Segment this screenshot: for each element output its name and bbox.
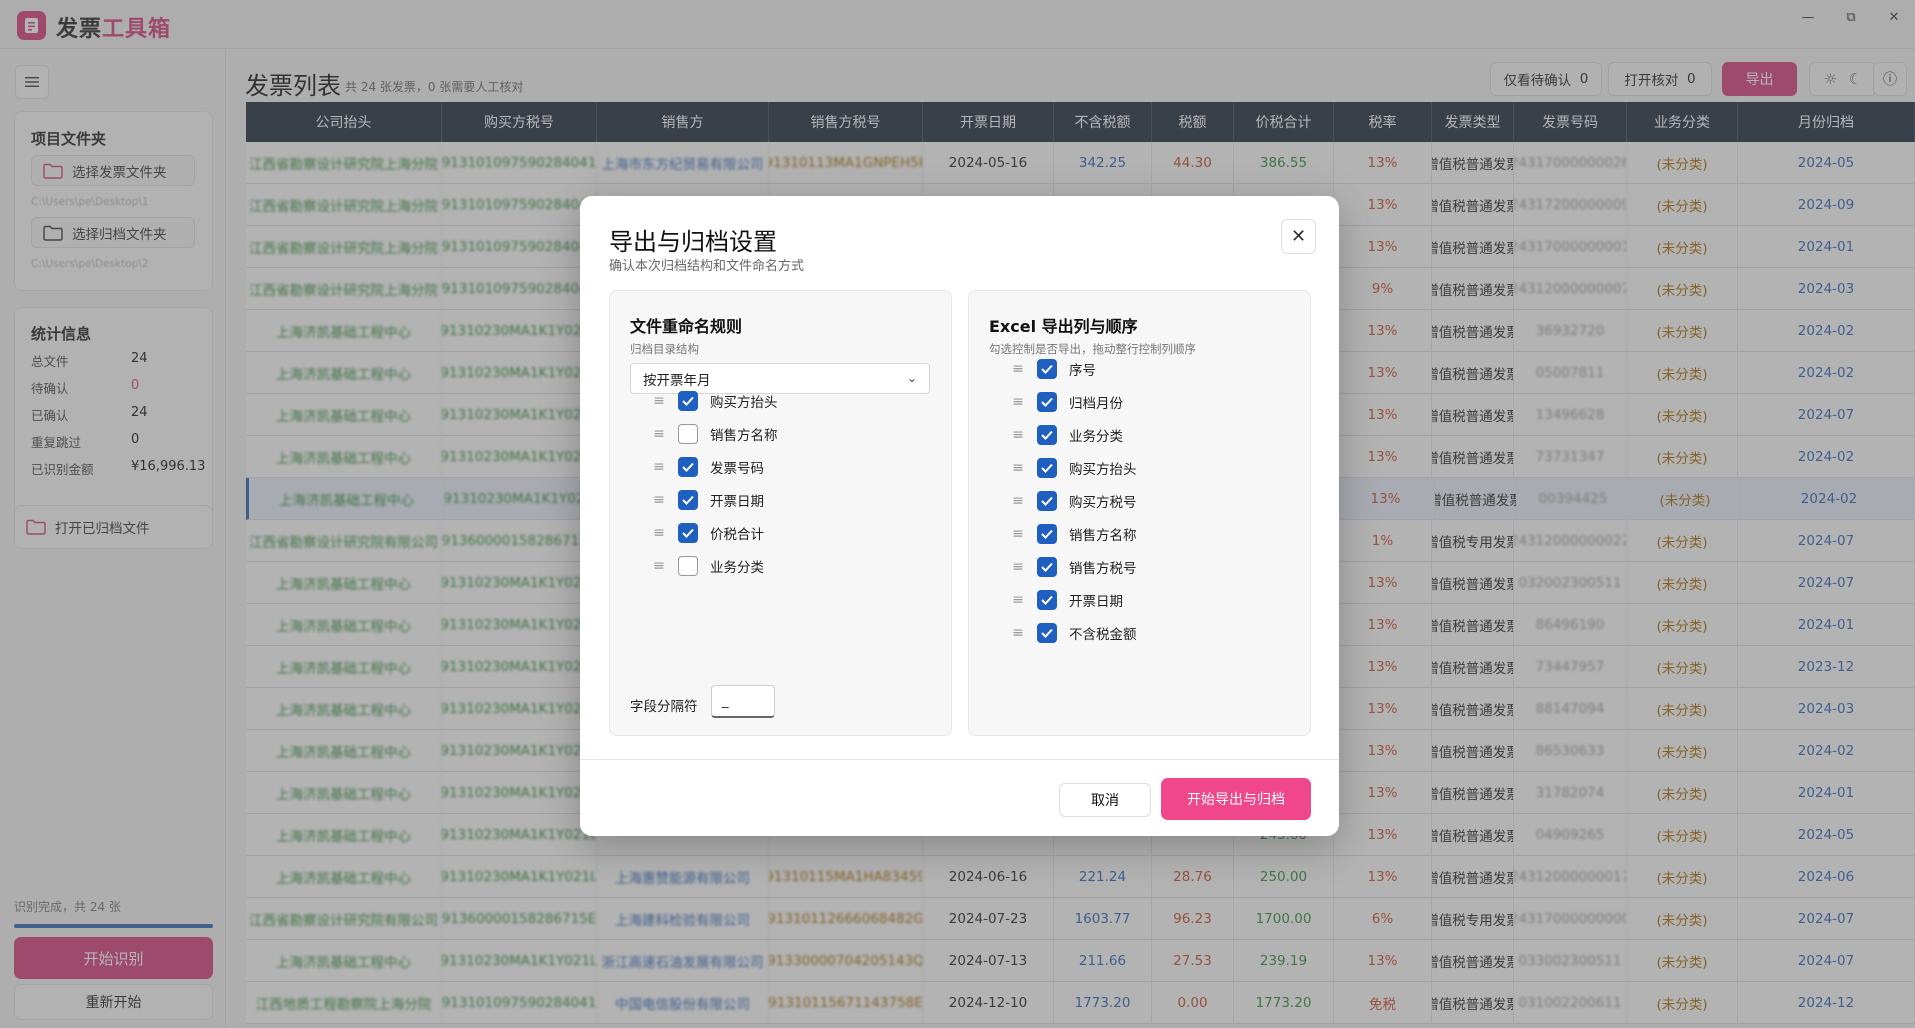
dialog-title: 导出与归档设置 xyxy=(609,228,777,256)
excel-column-label: 序号 xyxy=(1069,363,1096,379)
check-icon xyxy=(1041,595,1053,605)
separator-input[interactable]: _ xyxy=(711,685,775,718)
excel-column-row[interactable]: ≡ 归档月份 xyxy=(1011,389,1123,415)
checkbox[interactable] xyxy=(678,424,698,444)
drag-handle-icon[interactable]: ≡ xyxy=(652,394,666,408)
check-icon xyxy=(682,528,694,538)
rename-field-label: 购买方抬头 xyxy=(710,395,778,411)
check-icon xyxy=(1041,463,1053,473)
rename-field-label: 开票日期 xyxy=(710,494,764,510)
excel-column-row[interactable]: ≡ 销售方税号 xyxy=(1011,554,1137,580)
excel-column-row[interactable]: ≡ 购买方抬头 xyxy=(1011,455,1137,481)
check-icon xyxy=(1041,397,1053,407)
dir-structure-label: 归档目录结构 xyxy=(630,342,699,356)
dialog-subtitle: 确认本次归档结构和文件命名方式 xyxy=(609,259,805,274)
rename-field-row[interactable]: ≡ 销售方名称 xyxy=(652,421,778,447)
drag-handle-icon[interactable]: ≡ xyxy=(1011,560,1025,574)
excel-panel-title: Excel 导出列与顺序 xyxy=(989,317,1138,336)
drag-handle-icon[interactable]: ≡ xyxy=(1011,461,1025,475)
checkbox[interactable] xyxy=(1037,623,1057,643)
check-icon xyxy=(1041,562,1053,572)
rename-panel-title: 文件重命名规则 xyxy=(630,317,743,336)
checkbox[interactable] xyxy=(678,523,698,543)
rename-field-label: 业务分类 xyxy=(710,560,764,576)
rename-rules-panel: 文件重命名规则 归档目录结构 按开票年月 ⌄ ≡ 购买方抬头 ≡ 销售方名称 ≡ 发票号码… xyxy=(609,290,952,736)
excel-column-row[interactable]: ≡ 不含税金额 xyxy=(1011,620,1137,646)
checkbox[interactable] xyxy=(1037,458,1057,478)
drag-handle-icon[interactable]: ≡ xyxy=(1011,527,1025,541)
drag-handle-icon[interactable]: ≡ xyxy=(652,460,666,474)
close-icon: ✕ xyxy=(1290,226,1307,247)
excel-column-row[interactable]: ≡ 业务分类 xyxy=(1011,422,1123,448)
checkbox[interactable] xyxy=(1037,524,1057,544)
drag-handle-icon[interactable]: ≡ xyxy=(1011,494,1025,508)
dialog-divider xyxy=(580,759,1339,760)
drag-handle-icon[interactable]: ≡ xyxy=(652,559,666,573)
drag-handle-icon[interactable]: ≡ xyxy=(652,526,666,540)
checkbox[interactable] xyxy=(1037,557,1057,577)
check-icon xyxy=(1041,430,1053,440)
checkbox[interactable] xyxy=(1037,590,1057,610)
rename-field-row[interactable]: ≡ 发票号码 xyxy=(652,454,764,480)
drag-handle-icon[interactable]: ≡ xyxy=(652,493,666,507)
drag-handle-icon[interactable]: ≡ xyxy=(652,427,666,441)
separator-label: 字段分隔符 xyxy=(630,699,698,715)
excel-column-label: 销售方税号 xyxy=(1069,561,1137,577)
excel-column-label: 销售方名称 xyxy=(1069,528,1137,544)
check-icon xyxy=(682,495,694,505)
rename-field-label: 发票号码 xyxy=(710,461,764,477)
drag-handle-icon[interactable]: ≡ xyxy=(1011,428,1025,442)
check-icon xyxy=(1041,529,1053,539)
checkbox[interactable] xyxy=(678,490,698,510)
excel-column-label: 开票日期 xyxy=(1069,594,1123,610)
drag-handle-icon[interactable]: ≡ xyxy=(1011,626,1025,640)
rename-field-row[interactable]: ≡ 价税合计 xyxy=(652,520,764,546)
checkbox[interactable] xyxy=(678,556,698,576)
excel-column-row[interactable]: ≡ 开票日期 xyxy=(1011,587,1123,613)
checkbox[interactable] xyxy=(1037,491,1057,511)
drag-handle-icon[interactable]: ≡ xyxy=(1011,362,1025,376)
excel-column-label: 归档月份 xyxy=(1069,396,1123,412)
rename-field-label: 价税合计 xyxy=(710,527,764,543)
excel-columns-panel: Excel 导出列与顺序 勾选控制是否导出，拖动整行控制列顺序 ≡ 序号 ≡ 归档月份… xyxy=(968,290,1311,736)
rename-field-row[interactable]: ≡ 开票日期 xyxy=(652,487,764,513)
start-export-button[interactable]: 开始导出与归档 xyxy=(1161,778,1311,820)
drag-handle-icon[interactable]: ≡ xyxy=(1011,593,1025,607)
checkbox[interactable] xyxy=(1037,425,1057,445)
check-icon xyxy=(1041,628,1053,638)
checkbox[interactable] xyxy=(1037,359,1057,379)
check-icon xyxy=(682,462,694,472)
rename-field-row[interactable]: ≡ 购买方抬头 xyxy=(652,388,778,414)
chevron-down-icon: ⌄ xyxy=(906,371,917,385)
export-settings-dialog: 导出与归档设置 确认本次归档结构和文件命名方式 ✕ 文件重命名规则 归档目录结构… xyxy=(580,196,1339,836)
check-icon xyxy=(682,396,694,406)
checkbox[interactable] xyxy=(678,391,698,411)
close-dialog-button[interactable]: ✕ xyxy=(1281,219,1316,254)
drag-handle-icon[interactable]: ≡ xyxy=(1011,395,1025,409)
rename-field-label: 销售方名称 xyxy=(710,428,778,444)
checkbox[interactable] xyxy=(1037,392,1057,412)
excel-column-label: 业务分类 xyxy=(1069,429,1123,445)
excel-panel-subtitle: 勾选控制是否导出，拖动整行控制列顺序 xyxy=(989,342,1196,356)
check-icon xyxy=(1041,496,1053,506)
checkbox[interactable] xyxy=(678,457,698,477)
excel-column-label: 购买方税号 xyxy=(1069,495,1137,511)
cancel-button[interactable]: 取消 xyxy=(1059,783,1151,817)
excel-column-row[interactable]: ≡ 购买方税号 xyxy=(1011,488,1137,514)
excel-column-label: 不含税金额 xyxy=(1069,627,1137,643)
excel-column-row[interactable]: ≡ 销售方名称 xyxy=(1011,521,1137,547)
excel-column-row[interactable]: ≡ 序号 xyxy=(1011,356,1096,382)
check-icon xyxy=(1041,364,1053,374)
excel-column-label: 购买方抬头 xyxy=(1069,462,1137,478)
rename-field-row[interactable]: ≡ 业务分类 xyxy=(652,553,764,579)
